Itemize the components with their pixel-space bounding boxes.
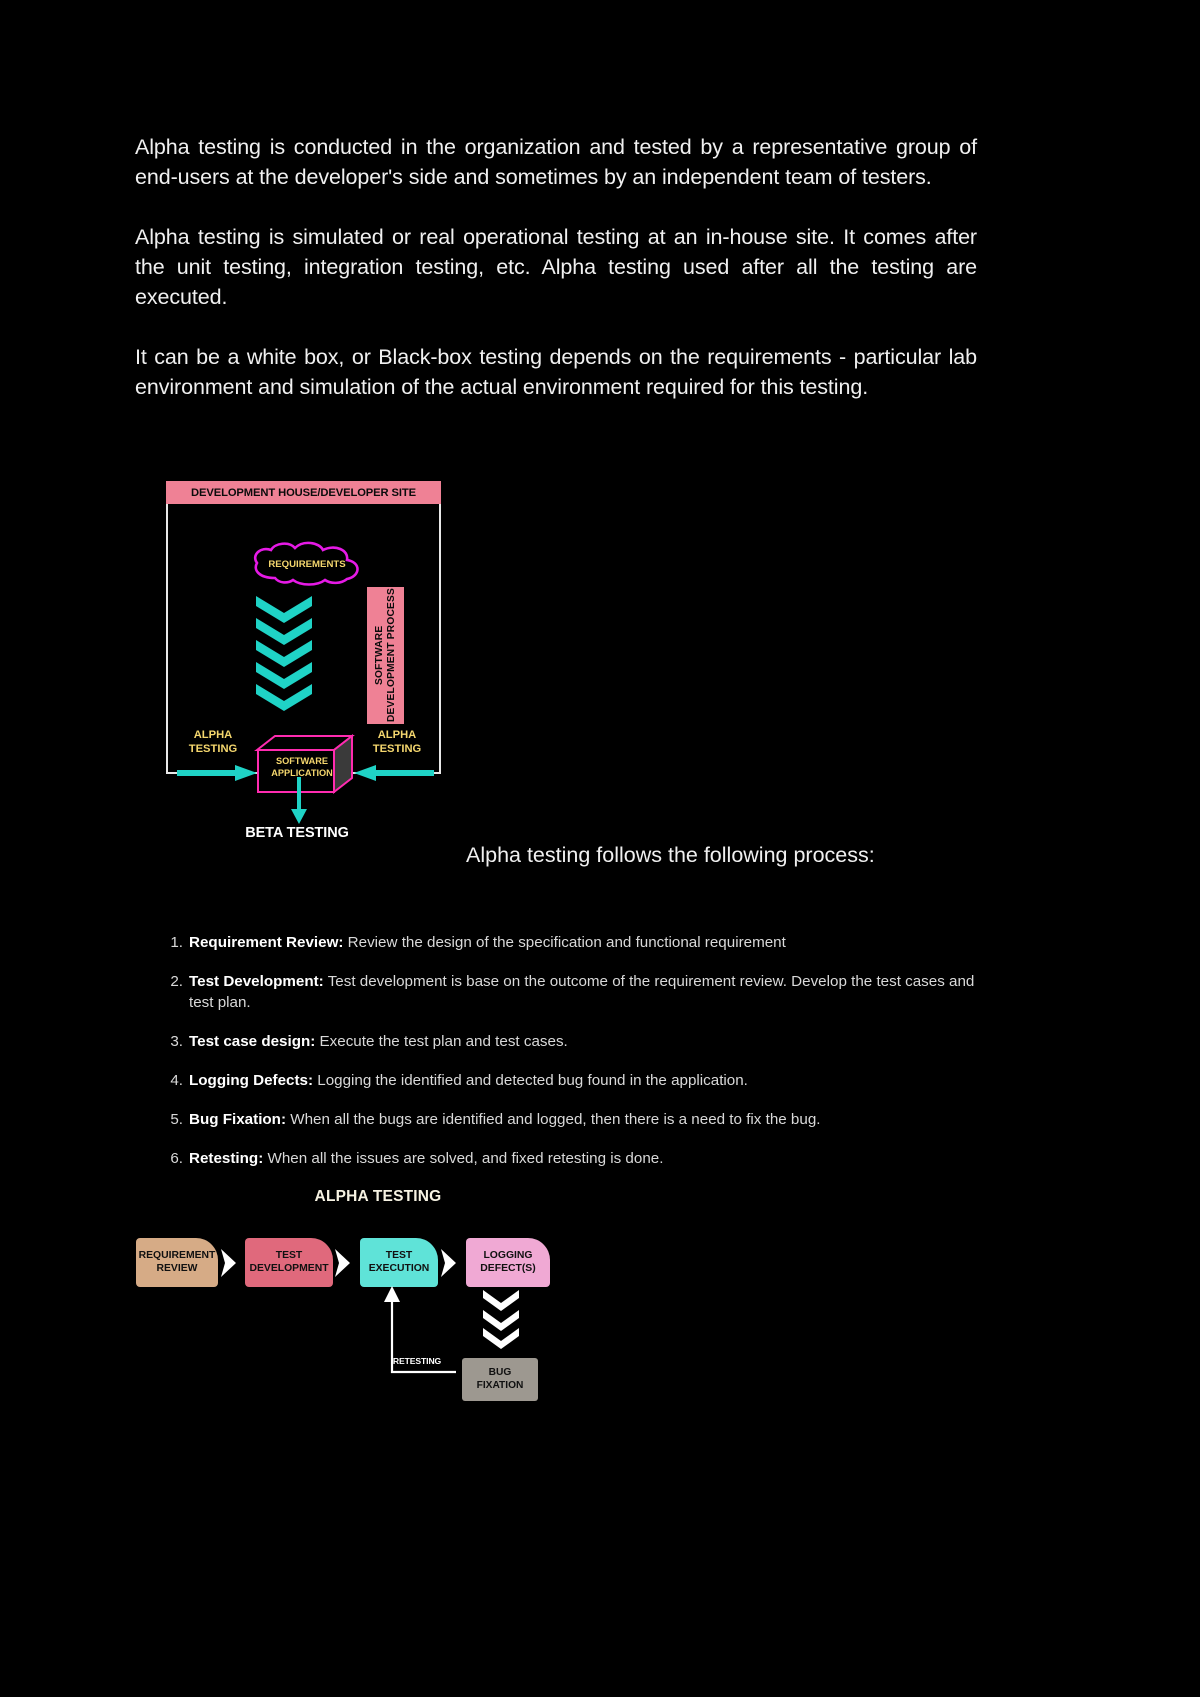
retesting-label: RETESTING [392, 1356, 442, 1366]
step-text: When all the bugs are identified and log… [286, 1111, 821, 1128]
alpha-testing-arrow-right-icon [354, 765, 434, 781]
bug-fixation-line1: BUG [488, 1367, 512, 1378]
step-number: 6. [170, 1150, 183, 1167]
logging-to-bugfix-chevrons [481, 1288, 521, 1350]
chevron-right-icon [441, 1249, 456, 1277]
process-flow-chevrons [254, 596, 314, 716]
alpha-left-line1: ALPHA [193, 729, 233, 741]
alpha-testing-arrow-left-icon [177, 765, 257, 781]
step-text: Review the design of the specification a… [343, 934, 786, 951]
requirements-cloud-label: REQUIREMENTS [268, 558, 346, 570]
step-number: 5. [170, 1111, 183, 1128]
software-development-process-bar: SOFTWARE DEVELOPMENT PROCESS [367, 587, 404, 724]
step-number: 4. [170, 1072, 183, 1089]
chevron-down-stack-icon [483, 1290, 519, 1349]
intro-paragraphs: Alpha testing is conducted in the organi… [135, 132, 977, 402]
alpha-right-line1: ALPHA [377, 729, 417, 741]
list-item: 6. Retesting: When all the issues are so… [165, 1148, 980, 1169]
flow-step-4-line2: DEFECT(S) [480, 1262, 536, 1274]
bug-fixation-line2: FIXATION [476, 1379, 524, 1391]
diagram-body: REQUIREMENTS SOFTWARE DEVELOPMENT PROCES… [166, 504, 441, 795]
flow-step-3-line2: EXECUTION [368, 1262, 430, 1274]
flow-step-test-development: TEST DEVELOPMENT [245, 1238, 333, 1287]
flow-step-requirement-review: REQUIREMENT REVIEW [136, 1238, 218, 1287]
step-text: Logging the identified and detected bug … [313, 1072, 748, 1089]
list-item: 5. Bug Fixation: When all the bugs are i… [165, 1109, 980, 1130]
alpha-testing-label-left: ALPHA TESTING [176, 728, 250, 756]
alpha-testing-process-title: ALPHA TESTING [314, 1188, 442, 1205]
paragraph-1: Alpha testing is conducted in the organi… [135, 135, 977, 189]
step-text: Execute the test plan and test cases. [315, 1033, 568, 1050]
flow-step-2-line1: TEST [275, 1250, 303, 1261]
development-house-header: DEVELOPMENT HOUSE/DEVELOPER SITE [166, 481, 441, 504]
flow-separator-3 [440, 1248, 458, 1278]
step-term: Test case design: [189, 1033, 316, 1050]
chevron-right-icon [221, 1249, 236, 1277]
step-term: Test Development: [189, 973, 324, 990]
step-text: When all the issues are solved, and fixe… [263, 1150, 664, 1167]
software-development-process-label: SOFTWARE DEVELOPMENT PROCESS [373, 588, 397, 723]
chevron-down-stack-icon [256, 596, 312, 711]
alpha-testing-label-right: ALPHA TESTING [360, 728, 434, 756]
beta-testing-label: BETA TESTING [245, 825, 349, 841]
alpha-testing-process-diagram: ALPHA TESTING REQUIREMENT REVIEW TEST DE… [128, 1188, 568, 1413]
list-item: 1. Requirement Review: Review the design… [165, 932, 980, 953]
flow-step-4-line1: LOGGING [483, 1250, 533, 1261]
step-term: Bug Fixation: [189, 1111, 287, 1128]
list-item: 2. Test Development: Test development is… [165, 971, 980, 1013]
process-intro-line: Alpha testing follows the following proc… [466, 843, 875, 867]
flow-separator-1 [220, 1248, 238, 1278]
flow-step-1-line1: REQUIREMENT [138, 1250, 216, 1261]
list-item: 3. Test case design: Execute the test pl… [165, 1031, 980, 1052]
step-number: 3. [170, 1033, 183, 1050]
requirements-cloud: REQUIREMENTS [249, 541, 365, 586]
alpha-right-line2: TESTING [372, 743, 422, 755]
beta-testing-arrow-icon [291, 777, 307, 824]
step-term: Logging Defects: [189, 1072, 314, 1089]
list-item: 4. Logging Defects: Logging the identifi… [165, 1070, 980, 1091]
flow-step-1-line2: REVIEW [156, 1262, 198, 1274]
flow-separator-2 [334, 1248, 352, 1278]
chevron-right-icon [335, 1249, 350, 1277]
flow-step-3-line1: TEST [385, 1250, 413, 1261]
flow-step-2-line2: DEVELOPMENT [249, 1262, 329, 1274]
step-number: 2. [170, 973, 183, 990]
paragraph-3: It can be a white box, or Black-box test… [135, 345, 977, 399]
step-term: Requirement Review: [189, 934, 344, 951]
alpha-left-line2: TESTING [188, 743, 238, 755]
paragraph-2: Alpha testing is simulated or real opera… [135, 225, 977, 309]
flow-step-logging-defects: LOGGING DEFECT(S) [466, 1238, 550, 1287]
step-term: Retesting: [189, 1150, 264, 1167]
step-number: 1. [170, 934, 183, 951]
document-page: Alpha testing is conducted in the organi… [0, 0, 1200, 1697]
alpha-testing-steps-list: 1. Requirement Review: Review the design… [165, 932, 980, 1187]
flow-step-test-execution: TEST EXECUTION [360, 1238, 438, 1287]
flow-step-bug-fixation: BUG FIXATION [462, 1358, 538, 1401]
alpha-testing-context-diagram: DEVELOPMENT HOUSE/DEVELOPER SITE REQUIRE… [166, 481, 441, 824]
